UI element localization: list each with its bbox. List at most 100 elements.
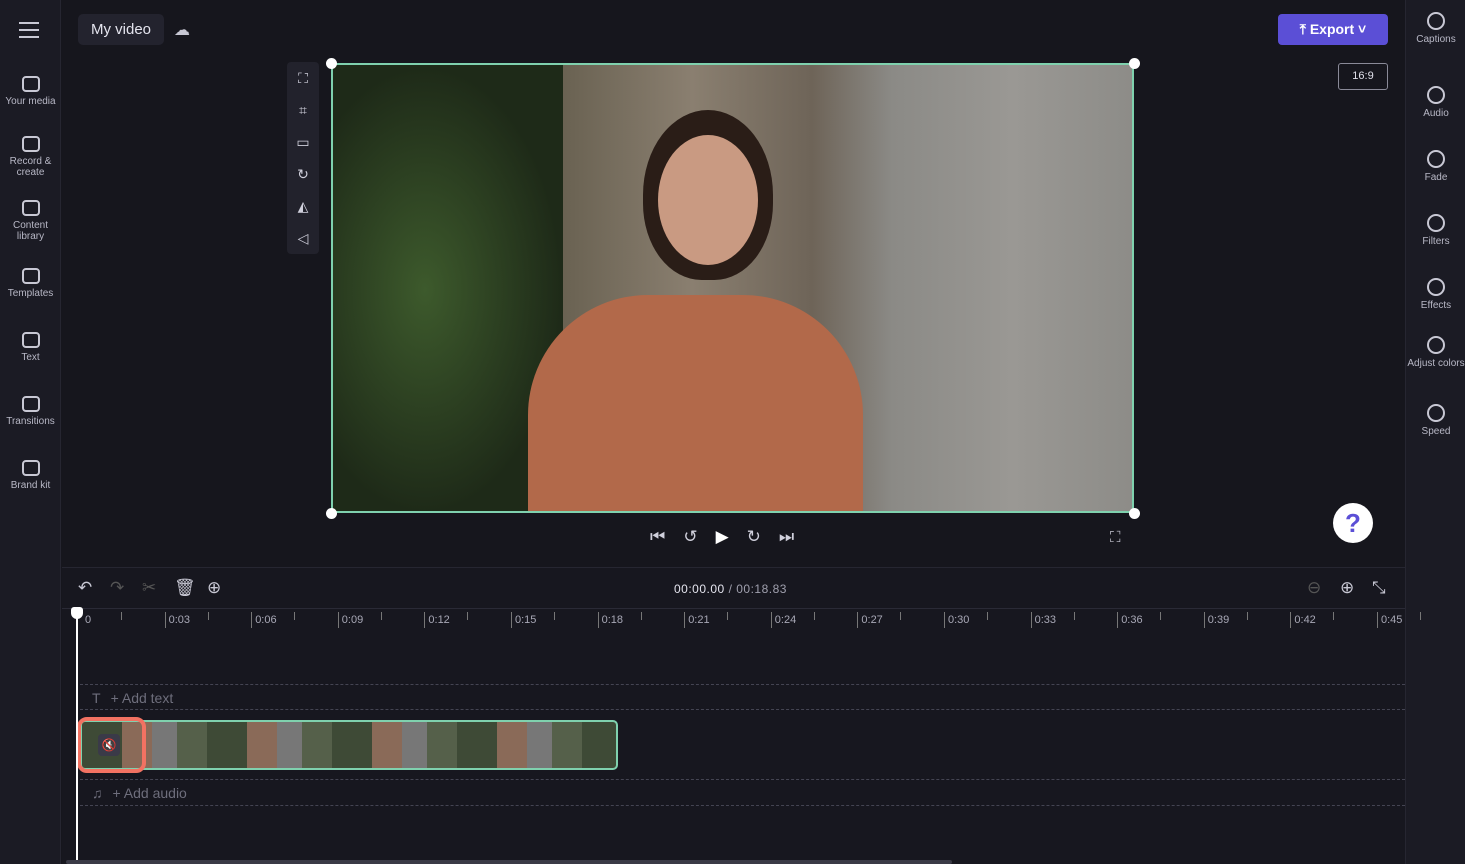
minor-tick	[1246, 612, 1248, 620]
sidebar-item-templates[interactable]: Templates	[0, 268, 61, 299]
flip-horizontal-icon[interactable]: ◭	[287, 190, 319, 222]
playhead-handle[interactable]	[71, 607, 83, 619]
upload-icon: ⤒	[1299, 21, 1310, 37]
aspect-ratio-button[interactable]: 16:9	[1338, 63, 1388, 90]
folder-icon	[21, 76, 40, 92]
sidebar-label: Record & create	[9, 156, 52, 178]
playhead[interactable]	[76, 608, 78, 864]
sidebar-item-transitions[interactable]: Transitions	[0, 396, 61, 427]
minor-tick	[1073, 612, 1075, 620]
minor-tick	[1160, 612, 1162, 620]
sidebar-item-brand-kit[interactable]: Brand kit	[0, 460, 61, 491]
picture-in-picture-icon[interactable]: ▭	[287, 126, 319, 158]
horizontal-scrollbar[interactable]	[66, 860, 952, 864]
panel-label: Effects	[1420, 300, 1452, 311]
time-tick: 0:45	[1377, 612, 1402, 628]
panel-item-speedometer[interactable]: Speed	[1406, 404, 1465, 437]
trash-icon[interactable]: 🗑	[174, 578, 196, 598]
fit-timeline-icon[interactable]: ⤡	[1372, 578, 1386, 598]
speaker-icon	[1427, 86, 1445, 104]
rewind-5-icon[interactable]: ↺	[683, 527, 697, 547]
skip-back-icon[interactable]: ⏮	[650, 527, 665, 547]
help-button[interactable]: ?	[1333, 503, 1373, 543]
minor-tick	[727, 612, 729, 620]
time-tick: 0:39	[1203, 612, 1229, 628]
panel-item-speaker[interactable]: Audio	[1406, 86, 1465, 119]
sidebar-item-camera[interactable]: Record & create	[0, 136, 61, 178]
music-note-icon: ♫	[92, 785, 103, 801]
resize-handle[interactable]	[1129, 508, 1140, 519]
person-face	[658, 135, 758, 265]
sidebar-label: Text	[21, 352, 40, 363]
sidebar-label: Content library	[12, 220, 49, 242]
sidebar-label: Templates	[7, 288, 54, 299]
filters-icon	[1427, 214, 1445, 232]
sidebar-item-library[interactable]: Content library	[0, 200, 61, 242]
minor-tick	[987, 612, 988, 620]
panel-label: Captions	[1416, 34, 1456, 45]
panel-label: Audio	[1423, 108, 1449, 119]
resize-handle[interactable]	[326, 58, 337, 69]
templates-icon	[21, 268, 40, 284]
audio-track[interactable]: ♫ + Add audio	[80, 779, 1405, 806]
forward-5-icon[interactable]: ↻	[747, 527, 761, 547]
minor-tick	[207, 612, 209, 620]
minor-tick	[1420, 612, 1421, 620]
zoom-in-icon[interactable]: ⊕	[1340, 578, 1354, 598]
time-tick: 0:06	[251, 612, 277, 628]
resize-handle[interactable]	[1129, 58, 1140, 69]
scissors-icon[interactable]: ✂	[142, 578, 156, 598]
crop-icon[interactable]: ⌗	[287, 94, 319, 126]
sidebar-item-text[interactable]: Text	[0, 332, 61, 363]
add-audio-label[interactable]: + Add audio	[113, 785, 187, 801]
fade-icon	[1427, 150, 1445, 168]
panel-item-contrast[interactable]: Adjust colors	[1406, 336, 1465, 369]
fit-icon[interactable]: ⛶	[287, 62, 319, 94]
panel-item-filters[interactable]: Filters	[1406, 214, 1465, 247]
sidebar-item-folder[interactable]: Your media	[0, 76, 61, 107]
export-button[interactable]: ⤒ Export ˅	[1278, 14, 1388, 45]
panel-item-magic-wand[interactable]: Effects	[1406, 278, 1465, 311]
project-title[interactable]: My video	[78, 14, 164, 45]
text-track[interactable]: T + Add text	[80, 684, 1405, 710]
panel-item-cc[interactable]: Captions	[1406, 12, 1465, 45]
video-preview[interactable]	[331, 63, 1134, 513]
contrast-icon	[1427, 336, 1445, 354]
panel-item-fade[interactable]: Fade	[1406, 150, 1465, 183]
undo-icon[interactable]: ↶	[78, 578, 92, 598]
time-tick: 0:12	[424, 612, 450, 628]
panel-label: Speed	[1421, 426, 1451, 437]
right-sidebar: Captions Audio Fade Filters Effects Adjust co…	[1405, 0, 1465, 864]
hamburger-menu-icon[interactable]	[19, 22, 39, 38]
add-media-icon[interactable]: ⊕	[207, 578, 221, 598]
divider	[62, 608, 1405, 609]
chevron-down-icon: ˅	[1354, 21, 1367, 37]
redo-icon[interactable]: ↷	[110, 578, 124, 598]
time-tick: 0:24	[770, 612, 796, 628]
preview-toolbar: ⛶ ⌗ ▭ ↻ ◭ ◁	[287, 62, 319, 254]
add-text-label[interactable]: + Add text	[111, 690, 174, 706]
minor-tick	[380, 612, 382, 620]
time-tick: 0:33	[1030, 612, 1056, 628]
zoom-out-icon[interactable]: ⊖	[1307, 578, 1321, 598]
fullscreen-icon[interactable]: ⛶	[1110, 529, 1121, 546]
text-icon: T	[92, 690, 101, 706]
play-icon[interactable]: ▶	[716, 527, 729, 547]
skip-forward-icon[interactable]: ⏭	[779, 527, 794, 547]
minor-tick	[900, 612, 902, 620]
minor-tick	[467, 612, 469, 620]
time-tick: 0:15	[511, 612, 536, 628]
rotate-icon[interactable]: ↻	[287, 158, 319, 190]
flip-vertical-icon[interactable]: ◁	[287, 222, 319, 254]
minor-tick	[813, 612, 815, 620]
minor-tick	[640, 612, 642, 620]
sidebar-label: Brand kit	[10, 480, 51, 491]
camera-icon	[21, 136, 40, 152]
resize-handle[interactable]	[326, 508, 337, 519]
cc-icon	[1427, 12, 1445, 30]
time-tick: 0:42	[1290, 612, 1316, 628]
video-clip[interactable]: 🔇	[80, 720, 618, 770]
export-label: Export	[1309, 21, 1355, 37]
brand-kit-icon	[21, 460, 40, 476]
minor-tick	[294, 612, 296, 620]
